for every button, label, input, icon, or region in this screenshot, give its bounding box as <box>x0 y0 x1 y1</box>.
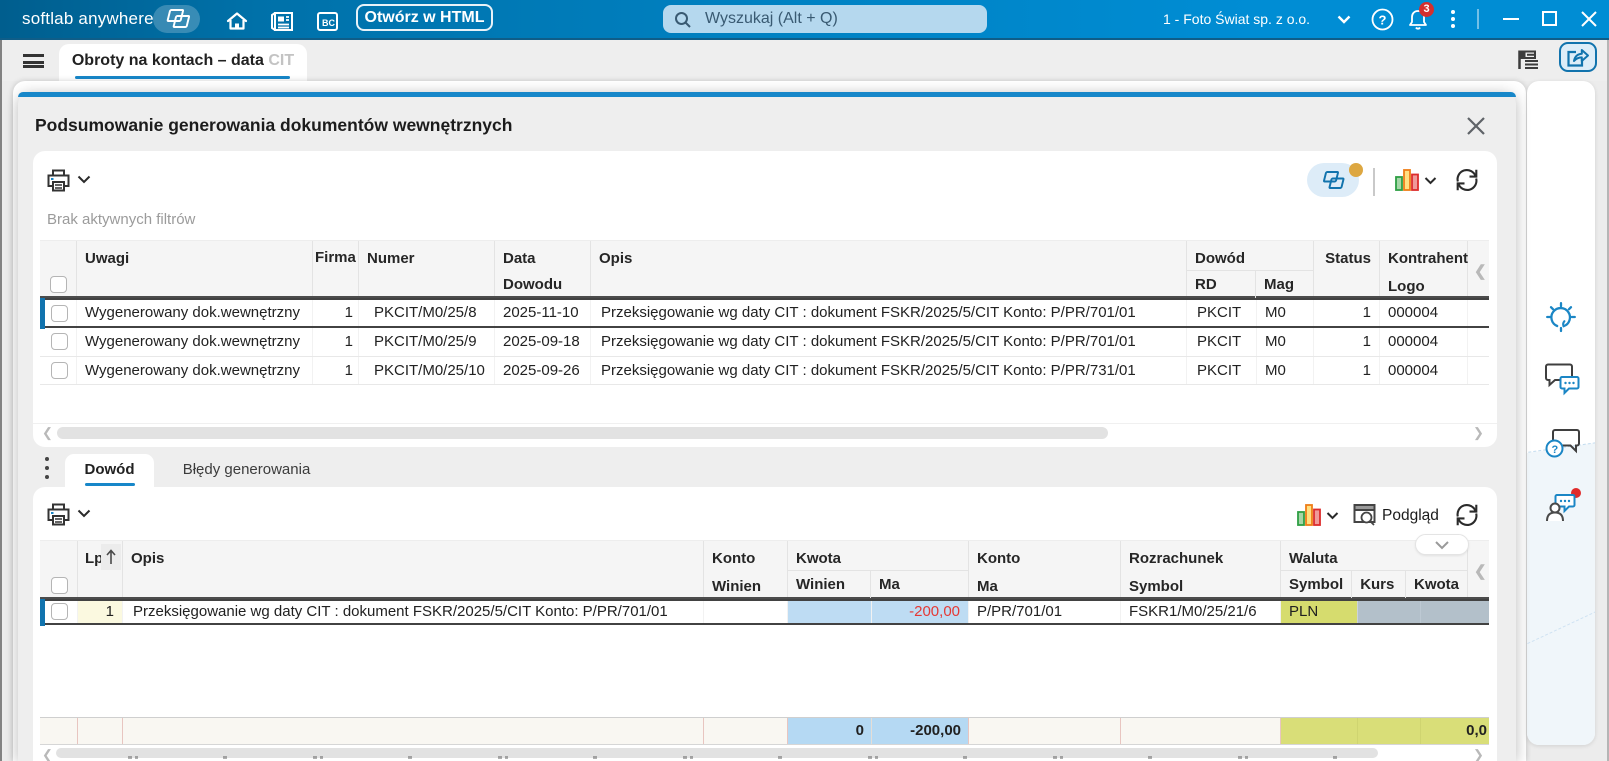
svg-text:?: ? <box>1552 444 1559 456</box>
svg-text:?: ? <box>1379 13 1387 28</box>
svg-text:BC: BC <box>322 18 335 28</box>
